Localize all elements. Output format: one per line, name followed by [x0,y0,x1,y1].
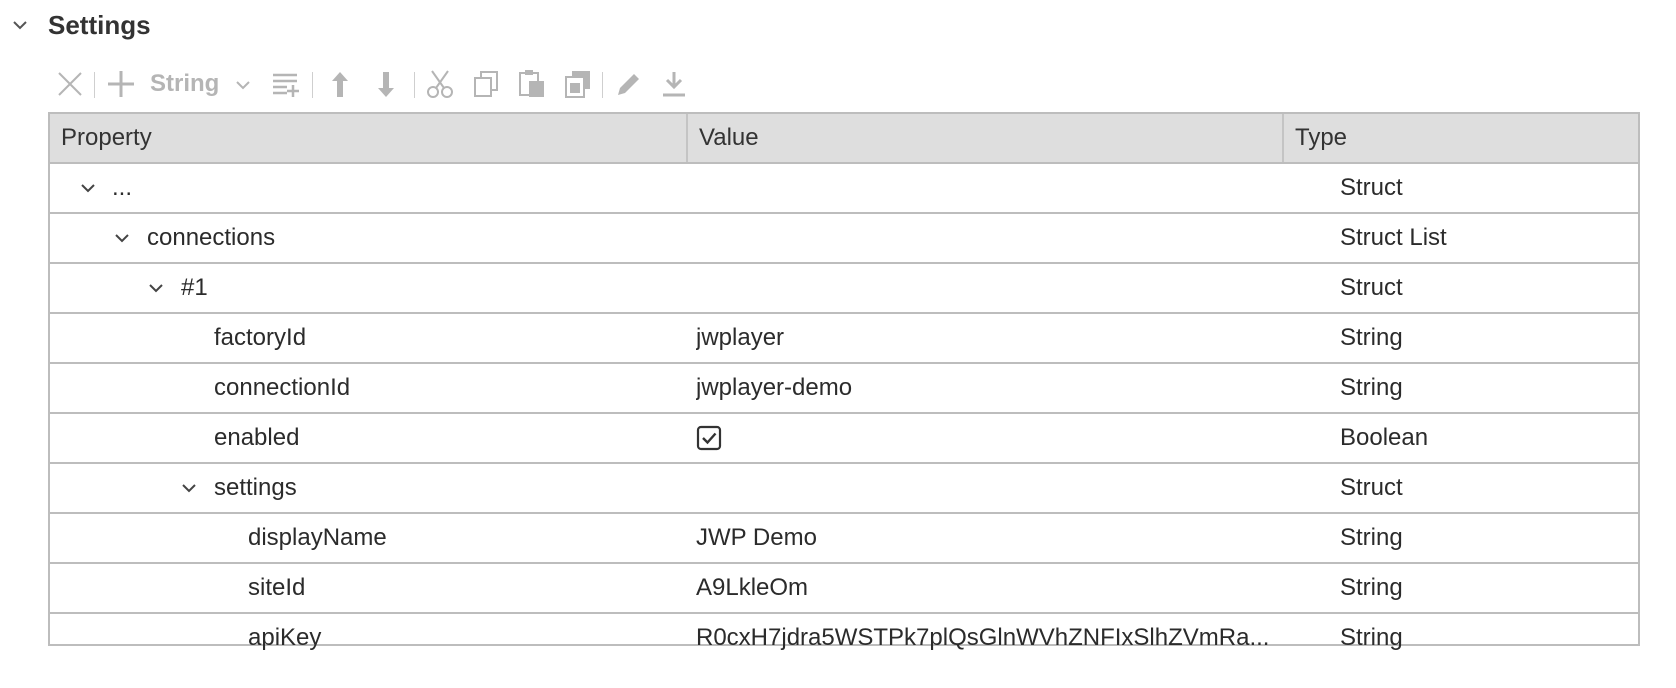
property-cell: factoryId [50,314,686,362]
value-cell[interactable] [696,164,1336,212]
value-cell[interactable]: JWP Demo [696,514,1336,562]
property-name: connections [147,224,276,251]
property-cell: connections [50,214,686,262]
table-row[interactable]: enabled Boolean [50,414,1638,464]
value-cell [696,414,1336,462]
property-name: enabled [214,424,300,451]
download-icon[interactable] [658,64,690,104]
chevron-down-icon[interactable] [78,178,98,198]
property-name: displayName [248,524,387,551]
value-cell[interactable] [696,214,1336,262]
chevron-down-icon[interactable] [112,228,132,248]
move-up-icon[interactable] [324,64,356,104]
toolbar-divider [414,72,415,98]
type-cell: String [1340,374,1403,401]
add-icon[interactable] [104,64,138,104]
type-cell: String [1340,624,1403,651]
enabled-checkbox[interactable] [696,425,722,451]
table-row[interactable]: apiKey R0cxH7jdra5WSTPk7plQsGlnWVhZNFIxS… [50,614,1638,662]
type-selector[interactable]: String [150,64,278,104]
chevron-down-icon[interactable] [10,15,30,35]
type-cell: Boolean [1340,424,1429,451]
move-down-icon[interactable] [370,64,402,104]
edit-icon[interactable] [612,64,644,104]
property-cell: settings [50,464,686,512]
chevron-down-icon [236,81,250,90]
paste-special-icon[interactable] [562,64,594,104]
value-cell[interactable] [696,264,1336,312]
value-cell[interactable]: A9LkleOm [696,564,1336,612]
table-row[interactable]: factoryId jwplayer String [50,314,1638,364]
toolbar-divider [312,72,313,98]
property-name: siteId [248,574,306,601]
grid-body: ... Struct connections Struct List #1 St… [50,164,1638,662]
type-cell: Struct List [1340,224,1447,251]
paste-icon[interactable] [516,64,548,104]
type-cell: Struct [1340,274,1403,301]
value-cell[interactable] [696,464,1336,512]
type-cell: Struct [1340,474,1403,501]
property-name: apiKey [248,624,322,651]
property-name: connectionId [214,374,351,401]
table-row[interactable]: settings Struct [50,464,1638,514]
type-cell: String [1340,324,1403,351]
table-row[interactable]: #1 Struct [50,264,1638,314]
value-cell[interactable]: jwplayer [696,314,1336,362]
property-cell: #1 [50,264,686,312]
property-cell: ... [50,164,686,212]
property-cell: connectionId [50,364,686,412]
value-cell[interactable]: jwplayer-demo [696,364,1336,412]
grid-header: Property Value Type [50,114,1638,164]
type-cell: String [1340,524,1403,551]
property-cell: enabled [50,414,686,462]
table-row[interactable]: siteId A9LkleOm String [50,564,1638,614]
type-selector-label: String [150,70,220,97]
property-name: settings [214,474,297,501]
toolbar-divider [602,72,603,98]
table-row[interactable]: displayName JWP Demo String [50,514,1638,564]
copy-icon[interactable] [470,64,502,104]
property-cell: siteId [50,564,686,612]
cut-icon[interactable] [424,64,456,104]
column-header-value[interactable]: Value [688,114,1282,162]
property-grid: Property Value Type ... Struct connectio… [48,112,1640,651]
type-cell: Struct [1340,174,1403,201]
toolbar-divider [94,72,95,98]
close-icon[interactable] [52,64,88,104]
chevron-down-icon[interactable] [146,278,166,298]
column-header-type[interactable]: Type [1284,114,1638,162]
property-name: ... [112,174,133,201]
settings-section-header[interactable]: Settings [0,0,600,50]
table-row[interactable]: connections Struct List [50,214,1638,264]
property-cell: apiKey [50,614,686,662]
add-list-icon[interactable] [270,64,302,104]
value-cell[interactable]: R0cxH7jdra5WSTPk7plQsGlnWVhZNFIxSlhZVmRa… [696,614,1336,662]
property-name: #1 [181,274,208,301]
toolbar: String [52,64,772,104]
section-title: Settings [48,10,151,40]
property-name: factoryId [214,324,307,351]
chevron-down-icon[interactable] [179,478,199,498]
property-cell: displayName [50,514,686,562]
type-cell: String [1340,574,1403,601]
table-row[interactable]: connectionId jwplayer-demo String [50,364,1638,414]
table-row[interactable]: ... Struct [50,164,1638,214]
column-header-property[interactable]: Property [50,114,686,162]
